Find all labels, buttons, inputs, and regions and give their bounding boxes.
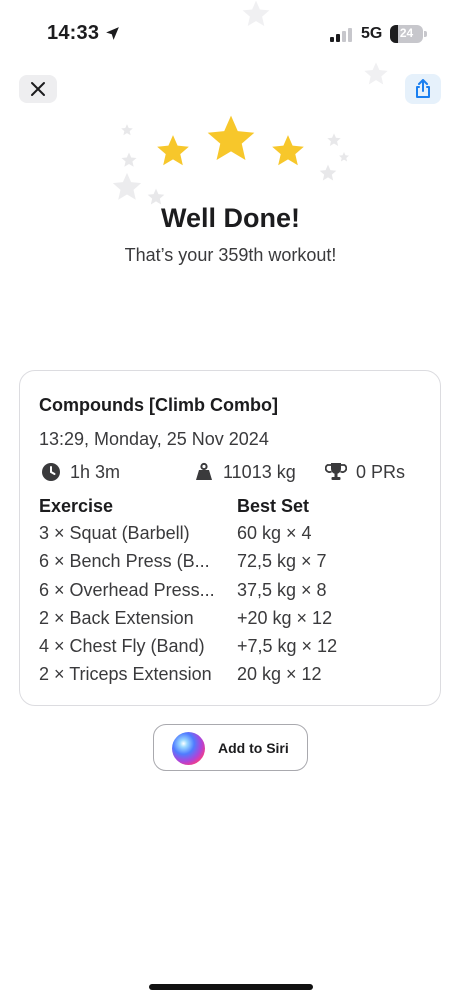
- share-icon: [416, 79, 430, 98]
- workout-summary-card[interactable]: Compounds [Climb Combo] 13:29, Monday, 2…: [19, 370, 441, 706]
- close-button[interactable]: [19, 75, 57, 103]
- exercise-row: 4 × Chest Fly (Band) +7,5 kg × 12: [39, 634, 429, 662]
- battery-percentage: 24: [399, 26, 414, 40]
- workout-date: 13:29, Monday, 25 Nov 2024: [39, 429, 269, 449]
- exercise-best-set: 37,5 kg × 8: [237, 579, 327, 600]
- exercise-name: 3 × Squat (Barbell): [39, 523, 190, 543]
- decorative-star-icon: [319, 164, 337, 181]
- battery-nub: [424, 31, 427, 37]
- decorative-star-icon: [364, 62, 388, 85]
- duration-value: 1h 3m: [70, 461, 121, 482]
- exercise-row: 6 × Overhead Press... 37,5 kg × 8: [39, 578, 429, 606]
- exercise-row: 2 × Back Extension +20 kg × 12: [39, 606, 429, 634]
- clock-icon: [42, 463, 60, 481]
- cellular-signal-icon: [330, 28, 352, 42]
- trophy-icon: [325, 463, 347, 480]
- home-indicator[interactable]: [149, 984, 313, 990]
- volume-stat: 11013 kg: [194, 461, 296, 483]
- siri-icon: [172, 732, 205, 765]
- exercise-row: 2 × Triceps Extension 20 kg × 12: [39, 662, 429, 690]
- decorative-star-icon: [121, 124, 133, 136]
- status-bar: 14:33 5G 24: [0, 0, 461, 70]
- network-type: 5G: [361, 25, 383, 42]
- star-icon: [157, 135, 189, 166]
- decorative-star-icon: [112, 172, 142, 200]
- workout-title: Compounds [Climb Combo]: [39, 395, 278, 415]
- battery-icon: 24: [390, 25, 423, 43]
- prs-stat: 0 PRs: [325, 461, 405, 483]
- duration-stat: 1h 3m: [41, 461, 120, 483]
- best-set-column-header: Best Set: [237, 496, 310, 516]
- exercise-name: 4 × Chest Fly (Band): [39, 636, 205, 657]
- exercise-best-set: +7,5 kg × 12: [237, 636, 338, 657]
- exercise-name: 2 × Back Extension: [39, 607, 194, 628]
- celebration-stars: [0, 0, 461, 265]
- exercise-best-set: 20 kg × 12: [237, 664, 322, 685]
- status-time: 14:33: [47, 22, 100, 44]
- prs-value: 0 PRs: [356, 461, 406, 482]
- exercise-row: 3 × Squat (Barbell) 60 kg × 4: [39, 521, 429, 549]
- share-button[interactable]: [405, 74, 441, 104]
- exercise-name: 2 × Triceps Extension: [39, 664, 212, 685]
- exercise-column-header: Exercise: [39, 496, 114, 516]
- decorative-star-icon: [339, 152, 349, 162]
- add-to-siri-button[interactable]: Add to Siri: [153, 724, 308, 771]
- exercise-row: 6 × Bench Press (B... 72,5 kg × 7: [39, 549, 429, 577]
- exercise-list: 3 × Squat (Barbell) 60 kg × 4 6 × Bench …: [39, 521, 429, 691]
- decorative-star-icon: [242, 0, 270, 27]
- xmark-icon: [31, 82, 45, 96]
- add-to-siri-label: Add to Siri: [218, 740, 289, 756]
- workout-stats: 1h 3m 11013 kg 0 PRs: [39, 461, 429, 483]
- star-icon: [272, 135, 304, 166]
- page-title: Well Done!: [160, 203, 300, 233]
- exercise-best-set: +20 kg × 12: [237, 607, 333, 628]
- star-icon: [207, 115, 255, 160]
- volume-value: 11013 kg: [223, 461, 296, 482]
- weight-icon: [196, 462, 212, 480]
- decorative-star-icon: [121, 152, 137, 167]
- exercise-name: 6 × Bench Press (B...: [39, 551, 210, 572]
- location-arrow-icon: [106, 27, 119, 40]
- exercise-best-set: 72,5 kg × 7: [237, 551, 327, 572]
- decorative-star-icon: [327, 133, 341, 146]
- exercise-best-set: 60 kg × 4: [237, 523, 312, 543]
- workout-count-subtitle: That’s your 359th workout!: [124, 245, 337, 265]
- exercise-name: 6 × Overhead Press...: [39, 579, 215, 600]
